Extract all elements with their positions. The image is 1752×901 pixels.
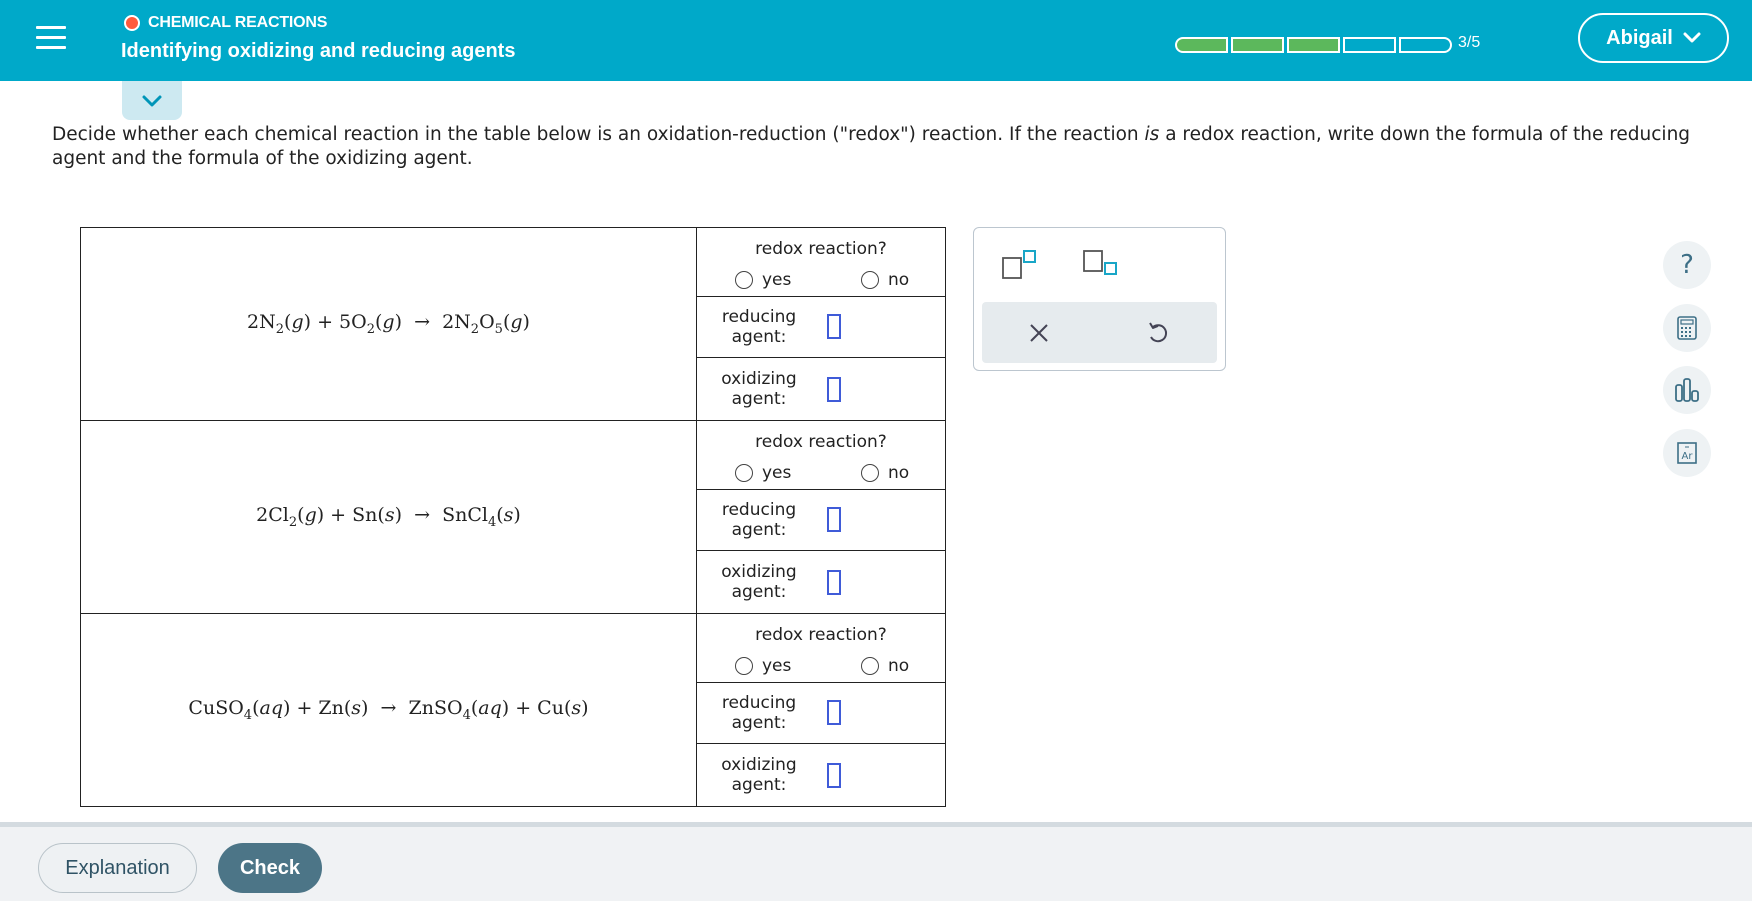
oxidizing-agent-label: oxidizing agent: [721,369,797,410]
oxidizing-agent-label: oxidizing agent: [721,755,797,796]
superscript-icon[interactable] [1001,248,1041,282]
reducing-agent-label: reducing agent: [721,499,797,540]
radio-circle[interactable] [861,657,879,675]
reducing-agent-label: reducing agent: [721,692,797,733]
radio-circle[interactable] [735,271,753,289]
oxidizing-agent-label: oxidizing agent: [721,562,797,603]
table-row: CuSO4(aq) + Zn(s) → ZnSO4(aq) + Cu(s) re… [81,614,945,806]
reaction-table: 2N2(g) + 5O2(g) → 2N2O5(g) redox reactio… [80,227,946,807]
reducing-agent-row: reducing agent: [697,297,945,359]
subscript-icon[interactable] [1082,248,1122,282]
redox-choice: redox reaction? yes no [697,614,945,683]
footer-bar: Explanation Check [0,822,1752,901]
reducing-agent-row: reducing agent: [697,490,945,552]
topic-status-dot [124,15,140,31]
progress-bar [1175,37,1452,53]
math-tool-panel [973,227,1226,371]
redox-yes-radio[interactable]: yes [735,270,791,290]
progress-count: 3/5 [1458,34,1481,51]
answer-cell: redox reaction? yes no reducing agent: ox… [697,228,945,420]
redox-no-radio[interactable]: no [861,270,909,290]
question-mark-icon: ? [1680,250,1694,280]
page-title: Identifying oxidizing and reducing agent… [121,40,516,62]
radio-circle[interactable] [735,464,753,482]
chevron-down-icon [1683,32,1701,43]
reaction-equation: CuSO4(aq) + Zn(s) → ZnSO4(aq) + Cu(s) [81,614,697,806]
reaction-equation: 2Cl2(g) + Sn(s) → SnCl4(s) [81,421,697,613]
redox-question: redox reaction? [755,432,887,452]
calculator-button[interactable] [1663,304,1711,352]
calculator-icon [1677,316,1697,340]
redox-choice: redox reaction? yes no [697,228,945,297]
chevron-down-icon [142,95,162,106]
explanation-button[interactable]: Explanation [38,843,197,893]
topic-label: CHEMICAL REACTIONS [124,14,327,32]
reducing-agent-label: reducing agent: [721,306,797,347]
redox-yes-radio[interactable]: yes [735,463,791,483]
undo-icon[interactable] [1146,320,1170,346]
radio-circle[interactable] [735,657,753,675]
periodic-table-icon: Ar [1677,442,1697,464]
reducing-agent-input[interactable] [827,700,841,726]
redox-yes-radio[interactable]: yes [735,656,791,676]
check-button[interactable]: Check [218,843,322,893]
oxidizing-agent-input[interactable] [827,762,841,788]
oxidizing-agent-row: oxidizing agent: [697,358,945,420]
tool-actions [982,302,1217,363]
periodic-table-button[interactable]: Ar [1663,429,1711,477]
redox-choice: redox reaction? yes no [697,421,945,490]
answer-cell: redox reaction? yes no reducing agent: ox… [697,421,945,613]
data-button[interactable] [1663,366,1711,414]
radio-circle[interactable] [861,464,879,482]
oxidizing-agent-row: oxidizing agent: [697,551,945,613]
progress-segment [1175,37,1228,53]
redox-no-radio[interactable]: no [861,656,909,676]
reaction-equation: 2N2(g) + 5O2(g) → 2N2O5(g) [81,228,697,420]
oxidizing-agent-row: oxidizing agent: [697,744,945,806]
progress-segment [1343,37,1396,53]
redox-question: redox reaction? [755,239,887,259]
close-icon[interactable] [1028,322,1050,344]
oxidizing-agent-input[interactable] [827,376,841,402]
topic-name: CHEMICAL REACTIONS [148,14,328,31]
help-button[interactable]: ? [1663,241,1711,289]
table-row: 2N2(g) + 5O2(g) → 2N2O5(g) redox reactio… [81,228,945,421]
reducing-agent-input[interactable] [827,507,841,533]
reducing-agent-input[interactable] [827,314,841,340]
top-bar: CHEMICAL REACTIONS Identifying oxidizing… [0,0,1752,81]
collapse-header-button[interactable] [122,81,182,120]
progress-segment [1399,37,1452,53]
user-menu-button[interactable]: Abigail [1578,13,1729,63]
progress-segment [1231,37,1284,53]
instructions: Decide whether each chemical reaction in… [52,124,1691,169]
progress-segment [1287,37,1340,53]
answer-cell: redox reaction? yes no reducing agent: ox… [697,614,945,806]
radio-circle[interactable] [861,271,879,289]
oxidizing-agent-input[interactable] [827,569,841,595]
redox-question: redox reaction? [755,625,887,645]
redox-no-radio[interactable]: no [861,463,909,483]
table-row: 2Cl2(g) + Sn(s) → SnCl4(s) redox reactio… [81,421,945,614]
bar-chart-icon [1675,378,1699,402]
reducing-agent-row: reducing agent: [697,683,945,745]
menu-icon[interactable] [36,26,66,52]
svg-text:Ar: Ar [1682,451,1694,462]
user-name: Abigail [1606,26,1673,49]
